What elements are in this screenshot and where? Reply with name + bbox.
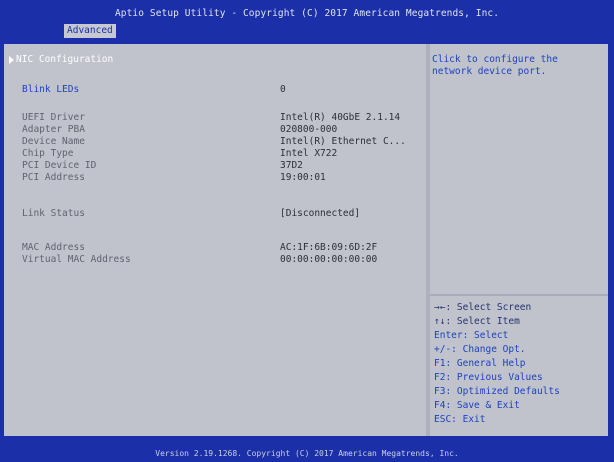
chip-type-label: Chip Type xyxy=(22,148,74,159)
pci-address-value: 19:00:01 xyxy=(280,172,326,183)
device-name-value: Intel(R) Ethernet C... xyxy=(280,136,406,147)
blink-leds-label[interactable]: Blink LEDs xyxy=(22,84,79,96)
key-optimized-defaults: F3: Optimized Defaults xyxy=(434,386,560,397)
key-change-opt: +/-: Change Opt. xyxy=(434,344,526,355)
main-panel: NIC Configuration Blink LEDs 0 UEFI Driv… xyxy=(4,44,608,436)
key-save-exit: F4: Save & Exit xyxy=(434,400,520,411)
virtual-mac-address-value: 00:00:00:00:00:00 xyxy=(280,254,378,265)
uefi-driver-label: UEFI Driver xyxy=(22,112,85,123)
pci-device-id-label: PCI Device ID xyxy=(22,160,97,171)
help-description: Click to configure the network device po… xyxy=(432,54,558,77)
key-select-screen: →←: Select Screen xyxy=(434,302,532,313)
virtual-mac-address-label: Virtual MAC Address xyxy=(22,254,131,265)
pci-device-id-value: 37D2 xyxy=(280,160,303,171)
chip-type-value: Intel X722 xyxy=(280,148,338,159)
help-divider xyxy=(430,294,608,296)
link-status-value: [Disconnected] xyxy=(280,208,361,219)
device-name-label: Device Name xyxy=(22,136,85,147)
blink-leds-value[interactable]: 0 xyxy=(280,84,286,96)
mac-address-value: AC:1F:6B:09:6D:2F xyxy=(280,242,378,253)
panel-divider xyxy=(426,44,430,436)
key-select-item: ↑↓: Select Item xyxy=(434,316,520,327)
uefi-driver-value: Intel(R) 40GbE 2.1.14 xyxy=(280,112,401,123)
bios-screen: Aptio Setup Utility - Copyright (C) 2017… xyxy=(0,0,614,462)
adapter-pba-value: 020800-000 xyxy=(280,124,338,135)
title-bar: Aptio Setup Utility - Copyright (C) 2017… xyxy=(0,0,614,38)
nic-configuration-item[interactable]: NIC Configuration xyxy=(16,54,113,66)
key-enter-select: Enter: Select xyxy=(434,330,509,341)
link-status-label: Link Status xyxy=(22,208,85,219)
adapter-pba-label: Adapter PBA xyxy=(22,124,85,135)
selection-arrow-icon xyxy=(9,56,14,64)
mac-address-label: MAC Address xyxy=(22,242,85,253)
footer-version: Version 2.19.1268. Copyright (C) 2017 Am… xyxy=(0,446,614,462)
key-general-help: F1: General Help xyxy=(434,358,526,369)
window-title: Aptio Setup Utility - Copyright (C) 2017… xyxy=(114,8,500,19)
tab-advanced[interactable]: Advanced xyxy=(64,24,116,38)
pci-address-label: PCI Address xyxy=(22,172,85,183)
key-previous-values: F2: Previous Values xyxy=(434,372,543,383)
key-exit: ESC: Exit xyxy=(434,414,486,425)
